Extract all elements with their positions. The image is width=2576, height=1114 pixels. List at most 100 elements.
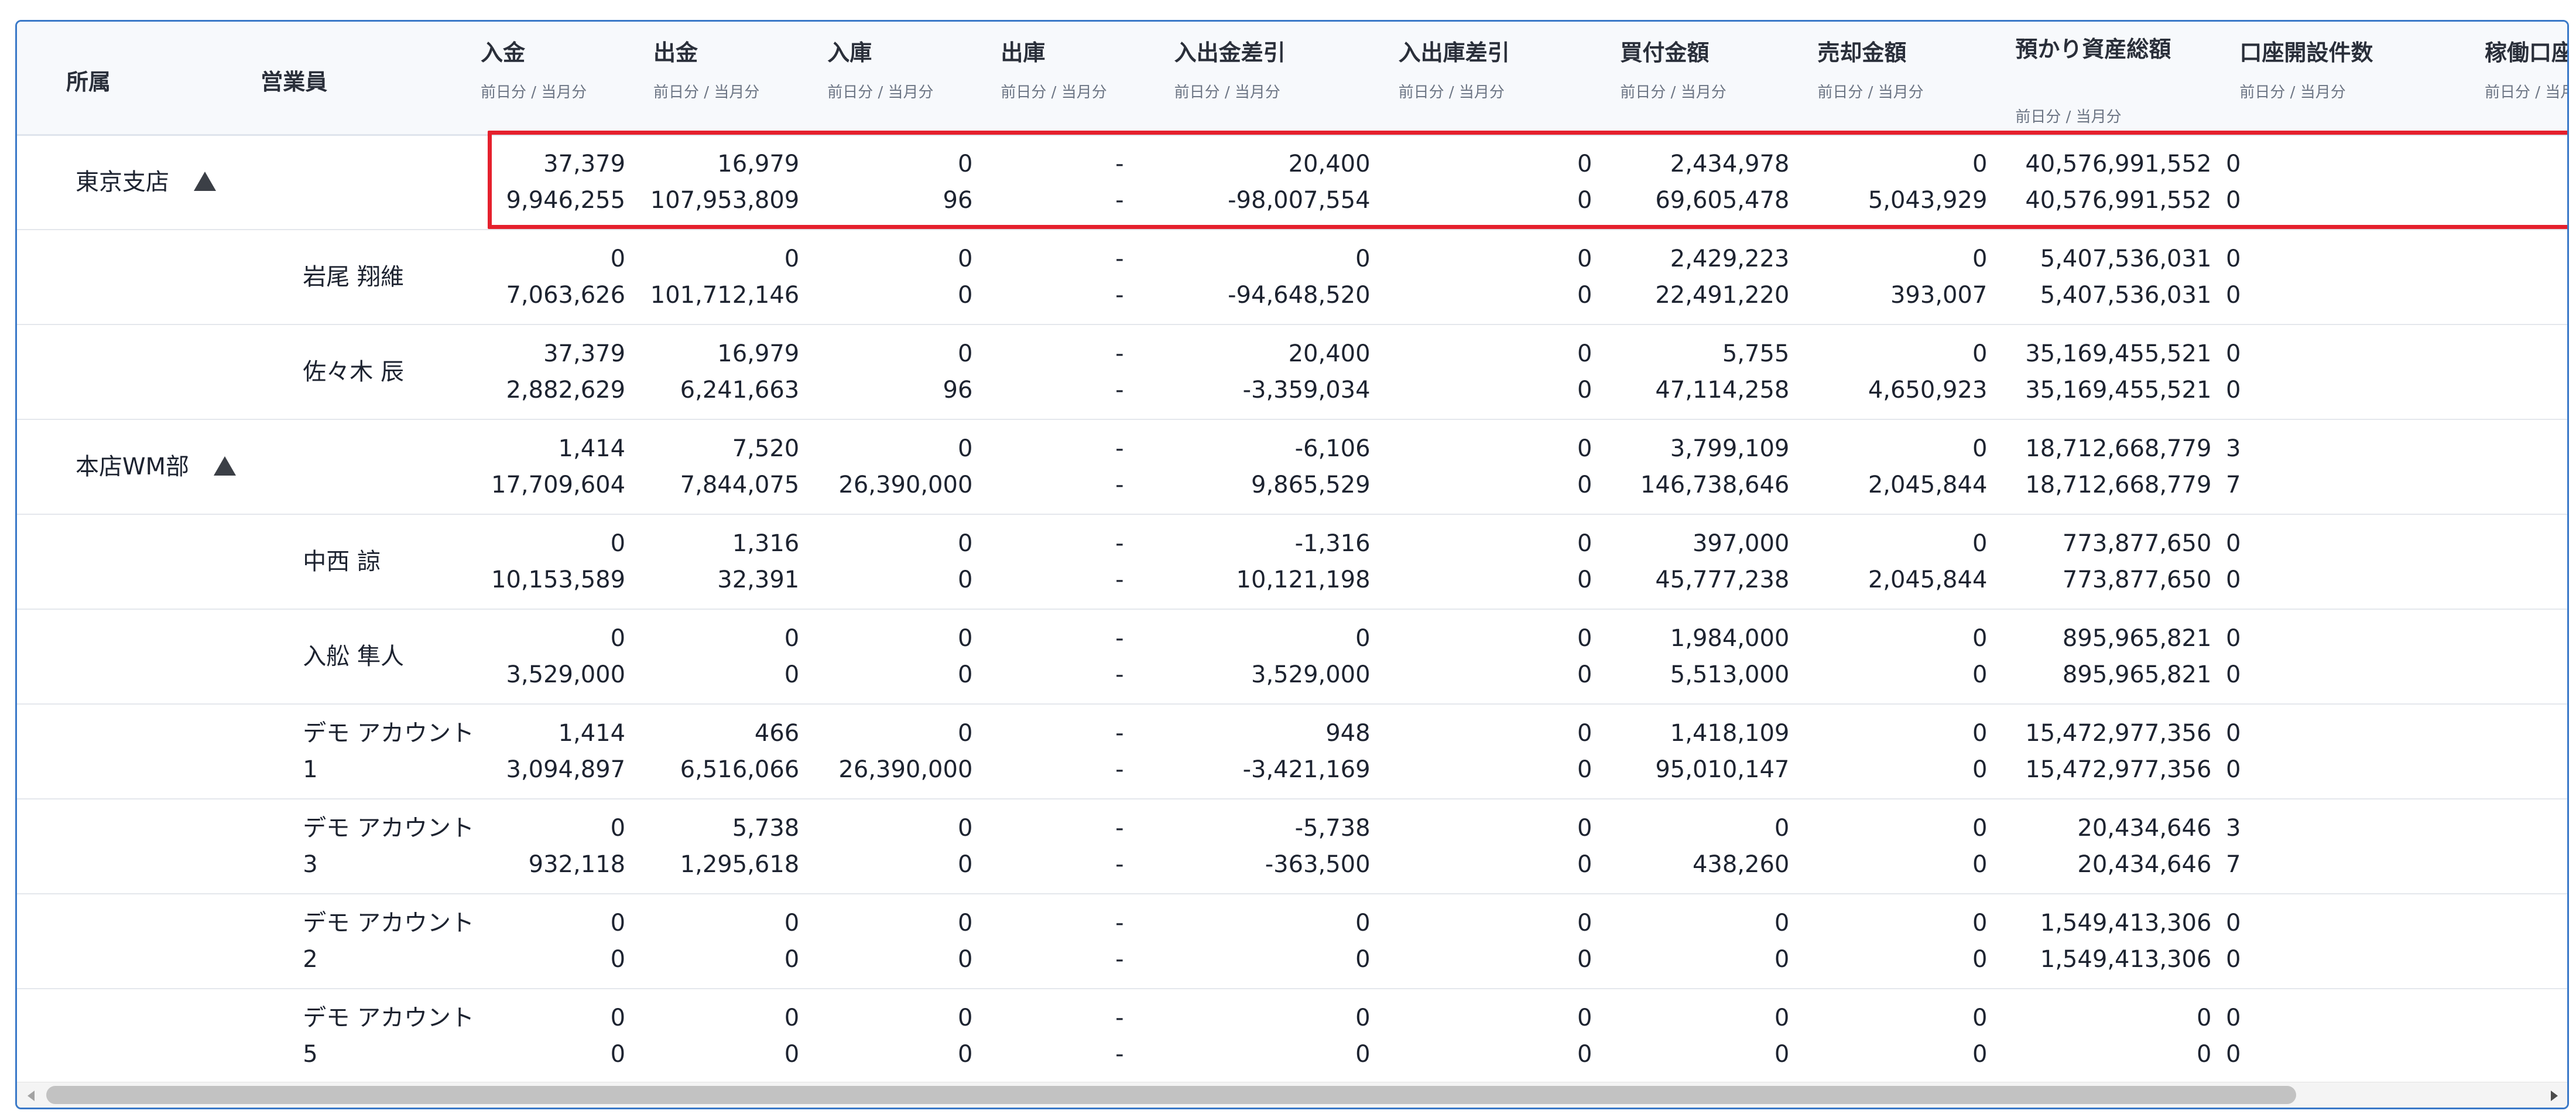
table-row[interactable]: デモ アカウント 1 1,414 3,094,897 466 6,516,066 0 26,… [17,704,2567,799]
cash-diff-cell: 0 -94,648,520 [1157,230,1382,325]
sell-amount-cell: 0 4,650,923 [1801,324,1999,420]
header-cash-diff: 入出金差引 前日分 / 当月分 [1157,22,1382,136]
cash-diff-current-month: 9,865,529 [1251,471,1371,498]
withdrawal-cell: 1,316 32,391 [637,514,811,610]
sales-rep-cell: 入舩 隼人 [244,609,464,705]
withdrawal-current-month: 32,391 [717,566,800,593]
withdrawal-current-month: 0 [784,661,800,688]
table-row[interactable]: デモ アカウント 2 0 0 0 0 0 0- -0 0 0 0 0 0 0 0 1,549,413,306 1… [17,894,2567,989]
accounts-opened-prev-day: 3 [2225,815,2241,842]
sell-amount-prev-day: 0 [1972,530,1988,557]
total-assets-prev-day: 20,434,646 [2077,815,2212,842]
stock-in-prev-day: 0 [957,530,973,557]
table-row[interactable]: デモ アカウント 3 0 932,118 5,738 1,295,618 0 0- - -5,7… [17,799,2567,894]
table-row[interactable]: 佐々木 辰 37,379 2,882,629 16,979 6,241,663 0 96- -… [17,324,2567,420]
stock-out-current-month: - [1115,851,1124,878]
withdrawal-current-month: 0 [784,1041,800,1068]
total-assets-cell: 18,712,668,779 18,712,668,779 [1999,419,2224,515]
header-active-accounts: 稼働口座数 前日分 / 当月分 [2468,22,2567,136]
withdrawal-cell: 5,738 1,295,618 [637,799,811,894]
stock-in-current-month: 26,390,000 [838,756,973,783]
header-sell-amount-sub: 前日分 / 当月分 [1817,84,1924,101]
header-stock-diff-sub: 前日分 / 当月分 [1398,84,1505,101]
stock-diff-current-month: 0 [1577,566,1592,593]
stock-diff-prev-day: 0 [1577,530,1592,557]
sales-summary-table: 所属 営業員 入金 前日分 / 当月分 出金 前日分 / 当月分 入庫 前日分 … [17,22,2567,1082]
header-sell-amount: 売却金額 前日分 / 当月分 [1801,22,1999,136]
header-active-accounts-sub: 前日分 / 当月分 [2485,84,2567,101]
stock-in-current-month: 0 [957,566,973,593]
buy-amount-cell: 00 [1604,989,1801,1082]
cash-diff-current-month: 10,121,198 [1236,566,1371,593]
affiliation-cell [17,799,245,894]
deposit-cell: 00 [464,989,638,1082]
header-accounts-opened-sub: 前日分 / 当月分 [2239,84,2346,101]
deposit-current-month: 7,063,626 [506,282,626,309]
stock-diff-prev-day: 0 [1577,1004,1592,1031]
header-affiliation: 所属 [17,22,245,136]
sales-rep-cell: 岩尾 翔維 [244,230,464,325]
buy-amount-prev-day: 3,799,109 [1670,435,1790,462]
total-assets-cell: 5,407,536,031 5,407,536,031 [1999,230,2224,325]
withdrawal-cell: 466 6,516,066 [637,704,811,799]
header-stock-in: 入庫 前日分 / 当月分 [811,22,985,136]
table-row[interactable]: 入舩 隼人 0 3,529,000 0 0 0 0- -0 3,529,000 0 0 1,984,0… [17,609,2567,705]
buy-amount-current-month: 47,114,258 [1655,377,1790,404]
table-row[interactable]: 中西 諒 0 10,153,589 1,316 32,391 0 0- - -1,316 10,1… [17,514,2567,610]
sell-amount-current-month: 2,045,844 [1868,566,1988,593]
accounts-opened-current-month: 0 [2225,282,2241,309]
scroll-left-arrow-icon[interactable] [28,1091,35,1101]
collapse-triangle-icon[interactable] [214,456,237,476]
table-row[interactable]: デモ アカウント 5000000--000000000000 [17,989,2567,1082]
buy-amount-cell: 397,000 45,777,238 [1604,514,1801,610]
header-total-assets: 預かり資産総額 前日分 / 当月分 [1999,22,2224,136]
sell-amount-cell: 00 [1801,894,1999,989]
buy-amount-prev-day: 1,418,109 [1670,720,1790,747]
horizontal-scrollbar[interactable] [17,1082,2567,1108]
scrollbar-thumb[interactable] [46,1086,2296,1104]
cash-diff-current-month: 0 [1355,946,1371,973]
buy-amount-current-month: 22,491,220 [1655,282,1790,309]
cash-diff-cell: -6,106 9,865,529 [1157,419,1382,515]
sell-amount-current-month: 0 [1972,661,1988,688]
total-assets-prev-day: 895,965,821 [2062,625,2212,652]
cash-diff-current-month: -3,359,034 [1242,377,1371,404]
total-assets-cell: 895,965,821 895,965,821 [1999,609,2224,705]
stock-diff-current-month: 0 [1577,756,1592,783]
deposit-current-month: 3,094,897 [506,756,626,783]
total-assets-cell: 1,549,413,306 1,549,413,306 [1999,894,2224,989]
sales-rep-cell: 中西 諒 [244,514,464,610]
collapse-triangle-icon[interactable] [194,172,216,192]
accounts-opened-cell: 00 [2223,324,2468,420]
deposit-current-month: 0 [610,946,626,973]
stock-in-cell: 0 26,390,000 [811,419,985,515]
sales-rep-name: デモ アカウント 3 [303,815,474,878]
active-accounts-cell [2468,799,2567,894]
stock-in-current-month: 26,390,000 [838,471,973,498]
withdrawal-prev-day: 16,979 [717,340,800,367]
cash-diff-cell: 0 3,529,000 [1157,609,1382,705]
deposit-prev-day: 0 [610,245,626,272]
header-sales-rep: 営業員 [244,22,464,136]
buy-amount-prev-day: 5,755 [1722,340,1790,367]
sales-rep-name: デモ アカウント 2 [303,910,474,973]
buy-amount-prev-day: 2,429,223 [1670,245,1790,272]
withdrawal-cell: 7,520 7,844,075 [637,419,811,515]
accounts-opened-cell: 00 [2223,514,2468,610]
table-viewport[interactable]: 所属 営業員 入金 前日分 / 当月分 出金 前日分 / 当月分 入庫 前日分 … [17,22,2567,1082]
total-assets-prev-day: 35,169,455,521 [2025,340,2212,367]
table-row[interactable]: 本店WM部 1,414 17,709,604 7,520 7,844,075 0 26,39… [17,419,2567,515]
table-row[interactable]: 岩尾 翔維 0 7,063,626 0 101,712,146 0 0- -0 -94,648,… [17,230,2567,325]
deposit-current-month: 17,709,604 [491,471,626,498]
scroll-right-arrow-icon[interactable] [2551,1091,2558,1101]
cash-diff-cell: 20,400 -3,359,034 [1157,324,1382,420]
withdrawal-prev-day: 16,979 [717,151,800,178]
stock-in-cell: 00 [811,989,985,1082]
header-buy-amount-label: 買付金額 [1620,40,1710,66]
active-accounts-cell [2468,894,2567,989]
table-row[interactable]: 東京支店 37,379 9,946,255 16,979 107,953,809 0 96-… [17,135,2567,230]
stock-diff-prev-day: 0 [1577,625,1592,652]
stock-in-prev-day: 0 [957,720,973,747]
sales-rep-cell [244,419,464,515]
buy-amount-cell: 00 [1604,894,1801,989]
